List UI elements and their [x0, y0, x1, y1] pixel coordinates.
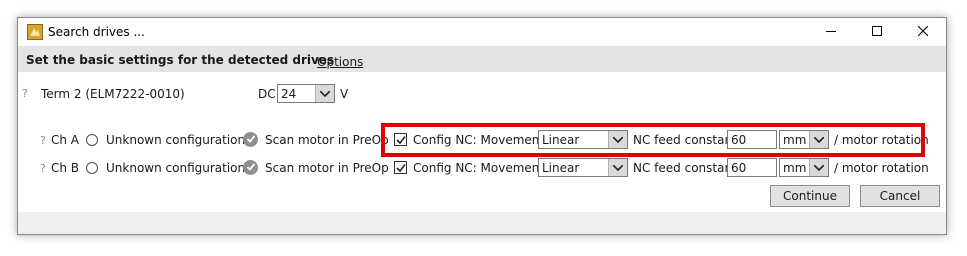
channel-b-config-nc-checkbox[interactable] — [394, 161, 407, 174]
channel-b-feed-unit-select[interactable]: mm — [779, 158, 829, 177]
channel-b-feed-value: 60 — [731, 161, 747, 175]
channel-a-label: Ch A — [51, 133, 80, 147]
channel-a-unknown-label: Unknown configuration. — [106, 133, 249, 147]
channel-a-help-icon[interactable]: ? — [40, 134, 46, 147]
cancel-button[interactable]: Cancel — [860, 185, 940, 207]
check-icon — [246, 133, 256, 147]
channel-b-feed-input[interactable]: 60 — [727, 158, 777, 177]
chevron-down-icon — [315, 85, 334, 102]
minimize-button[interactable] — [808, 18, 854, 46]
channel-b-config-nc-label: Config NC: Movement — [413, 161, 545, 175]
header-band: Set the basic settings for the detected … — [18, 46, 946, 72]
window-title: Search drives ... — [48, 25, 145, 39]
channel-b-feed-unit-value: mm — [783, 161, 807, 175]
title-bar: Search drives ... — [18, 18, 946, 46]
header-title: Set the basic settings for the detected … — [26, 53, 335, 67]
chevron-down-icon — [608, 159, 627, 176]
close-button[interactable] — [900, 18, 946, 46]
terminal-help-icon[interactable]: ? — [22, 87, 28, 100]
continue-button[interactable]: Continue — [770, 185, 850, 207]
maximize-button[interactable] — [854, 18, 900, 46]
options-link[interactable]: Options — [317, 55, 363, 69]
channel-a-scan-motor-label: Scan motor in PreOp — [265, 133, 389, 147]
highlight-box — [381, 123, 925, 157]
check-icon — [246, 161, 256, 175]
minimize-icon — [826, 25, 836, 39]
channel-b-scan-motor-label: Scan motor in PreOp — [265, 161, 389, 175]
voltage-unit: V — [340, 87, 349, 101]
app-icon — [27, 24, 43, 40]
terminal-name: Term 2 (ELM7222-0010) — [41, 87, 185, 101]
channel-b-per-rotation-label: / motor rotation — [834, 161, 929, 175]
close-icon — [917, 25, 929, 39]
channel-b-help-icon[interactable]: ? — [40, 162, 46, 175]
chevron-down-icon — [809, 159, 828, 176]
dialog-footer — [18, 212, 946, 234]
maximize-icon — [872, 25, 882, 39]
channel-b-scan-motor-toggle[interactable] — [243, 160, 258, 175]
channel-b-label: Ch B — [51, 161, 80, 175]
drive-settings-panel: ? Term 2 (ELM7222-0010) DC 24 V ? Ch A U… — [18, 72, 946, 212]
channel-b-feed-label: NC feed constant — [633, 161, 737, 175]
dc-voltage-value: 24 — [281, 87, 297, 101]
checkmark-icon — [395, 163, 406, 172]
channel-b-movement-select[interactable]: Linear — [538, 158, 628, 177]
channel-a-scan-motor-toggle[interactable] — [243, 132, 258, 147]
channel-b-unknown-label: Unknown configuration. — [106, 161, 249, 175]
channel-a-unknown-radio[interactable] — [86, 134, 98, 146]
search-drives-dialog: Search drives ... Set the basic settings… — [17, 17, 947, 235]
dc-label: DC — [258, 87, 276, 101]
dc-voltage-select[interactable]: 24 — [277, 84, 335, 103]
channel-b-unknown-radio[interactable] — [86, 162, 98, 174]
channel-b-movement-value: Linear — [542, 161, 580, 175]
